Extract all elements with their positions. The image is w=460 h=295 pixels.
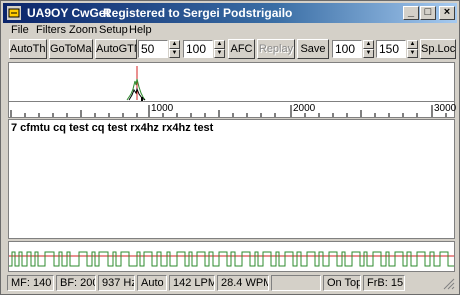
spin-down-icon[interactable]: ▼ (169, 49, 180, 58)
ruler-label-2000: 2000 (293, 103, 316, 114)
level-spinner[interactable]: ▲ ▼ (214, 40, 225, 58)
low-limit-spinner[interactable]: ▲ ▼ (363, 40, 374, 58)
spin-up-icon[interactable]: ▲ (407, 40, 418, 49)
resize-grip-icon[interactable] (443, 278, 455, 290)
high-limit-spinner[interactable]: ▲ ▼ (407, 40, 418, 58)
maximize-button[interactable]: □ (420, 6, 436, 20)
signal-scope (8, 241, 455, 272)
registration-label: Registered to Sergei Podstrigailo (103, 6, 293, 20)
spin-down-icon[interactable]: ▼ (363, 49, 374, 58)
ruler-ticks (10, 105, 447, 117)
signal-graph (9, 251, 454, 267)
menu-bar: File Filters Zoom Setup Help (3, 23, 457, 38)
status-bar: MF: 140 Hz BF: 200 937 Hz Auto 142 LPM 2… (3, 274, 457, 292)
spectrum-trace (126, 78, 146, 101)
status-frb: FrB: 15 (363, 275, 405, 291)
ruler-label-3000: 3000 (434, 103, 457, 114)
level-field[interactable]: 100 (183, 40, 213, 58)
status-wpm: 28.4 WPM (217, 275, 269, 291)
minimize-button[interactable]: _ (403, 6, 419, 20)
threshold-field[interactable]: 50 (138, 40, 168, 58)
status-mode: Auto (137, 275, 167, 291)
spectrum-graph (126, 66, 146, 101)
afc-button[interactable]: AFC (228, 39, 255, 59)
menu-help[interactable]: Help (129, 24, 152, 36)
status-freq: 937 Hz (98, 275, 135, 291)
gotomax-button[interactable]: GoToMax (49, 39, 93, 59)
save-button[interactable]: Save (297, 39, 329, 59)
signal-trace (9, 251, 454, 267)
app-icon (7, 6, 21, 20)
toolbar: AutoThr GoToMax AutoGTM 50 ▲ ▼ 100 ▲ ▼ A… (3, 38, 457, 60)
decoded-text-area[interactable]: 7 cfmtu cq test cq test rx4hz rx4hz test (8, 119, 455, 239)
close-button[interactable]: × (439, 6, 455, 20)
signal-peak-tick (141, 97, 143, 101)
spectrum-display[interactable] (8, 62, 455, 102)
menu-file[interactable]: File (11, 24, 29, 36)
replay-button[interactable]: Replay (257, 39, 295, 59)
decoded-text: 7 cfmtu cq test cq test rx4hz rx4hz test (11, 122, 214, 134)
status-bf: BF: 200 (56, 275, 96, 291)
spin-up-icon[interactable]: ▲ (214, 40, 225, 49)
menu-filters[interactable]: Filters (36, 24, 66, 36)
menu-setup[interactable]: Setup (99, 24, 128, 36)
splock-button[interactable]: Sp.Lock (420, 39, 456, 59)
spin-down-icon[interactable]: ▼ (407, 49, 418, 58)
maximize-icon: □ (424, 6, 432, 18)
frequency-ruler: 1000 2000 3000 (8, 102, 457, 118)
threshold-spinner[interactable]: ▲ ▼ (169, 40, 180, 58)
status-mf: MF: 140 Hz (7, 275, 54, 291)
spin-down-icon[interactable]: ▼ (214, 49, 225, 58)
status-on-top[interactable]: On Top (323, 275, 361, 291)
status-lpm: 142 LPM (169, 275, 215, 291)
app-window: UA9OY CwGet Registered to Sergei Podstri… (0, 0, 460, 295)
low-limit-field[interactable]: 100 (332, 40, 362, 58)
autogtm-button[interactable]: AutoGTM (95, 39, 137, 59)
close-icon: × (443, 6, 451, 18)
spin-up-icon[interactable]: ▲ (169, 40, 180, 49)
minimize-icon: _ (407, 6, 415, 18)
title-bar[interactable]: UA9OY CwGet Registered to Sergei Podstri… (3, 3, 457, 23)
menu-zoom[interactable]: Zoom (69, 24, 97, 36)
autothr-button[interactable]: AutoThr (9, 39, 47, 59)
ruler-label-1000: 1000 (151, 103, 174, 114)
high-limit-field[interactable]: 150 (376, 40, 406, 58)
status-blank (271, 275, 321, 291)
window-title: UA9OY CwGet (27, 6, 110, 20)
spin-up-icon[interactable]: ▲ (363, 40, 374, 49)
